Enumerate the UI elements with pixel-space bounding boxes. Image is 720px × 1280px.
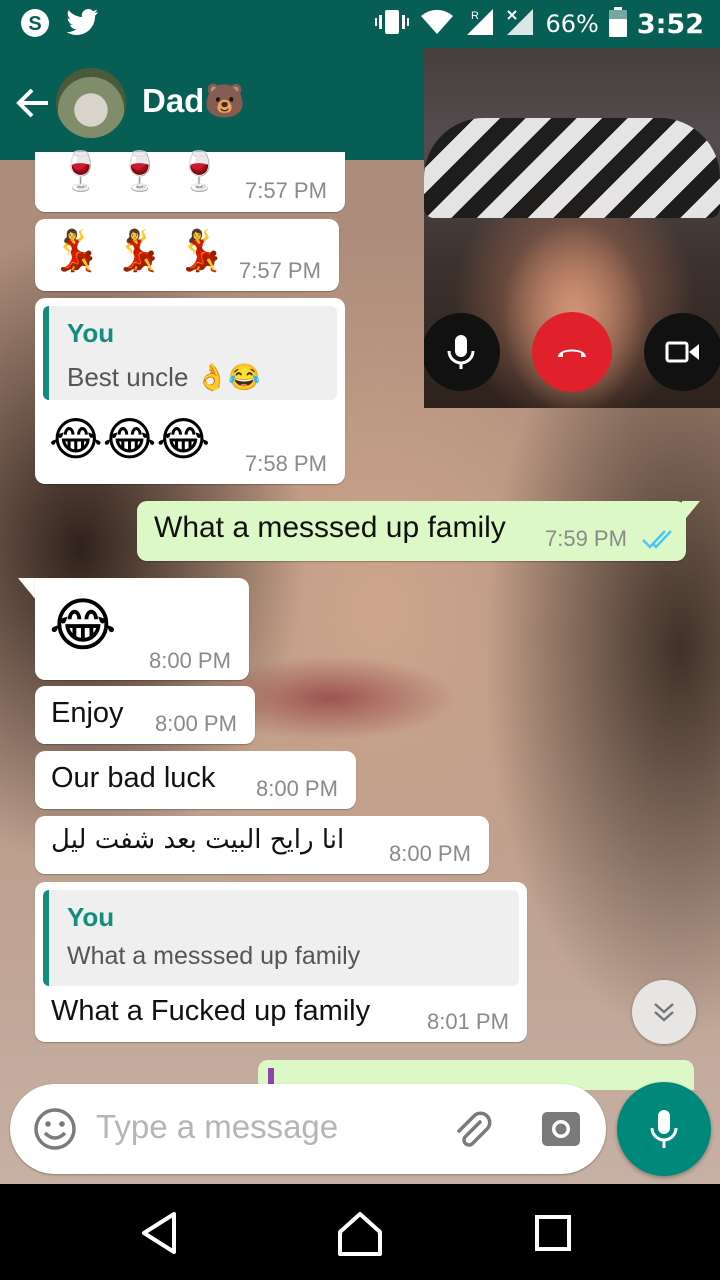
- double-check-icon: [642, 530, 672, 549]
- nav-recents-button[interactable]: [528, 1208, 578, 1258]
- clock: 3:52: [636, 8, 704, 40]
- home-icon: [338, 1212, 382, 1256]
- video-feed: [424, 118, 720, 218]
- quote-author: You: [67, 902, 115, 932]
- chevron-double-down-icon: [654, 1003, 674, 1022]
- message-input[interactable]: Type a message: [96, 1108, 338, 1146]
- triangle-back-icon: [142, 1212, 176, 1254]
- quote-text: Best uncle 👌😂: [67, 362, 261, 392]
- status-bar: S R 66% 3:52: [0, 0, 720, 48]
- message-time: 8:00 PM: [155, 711, 237, 736]
- message-bubble-outgoing[interactable]: What a messsed up family 7:59 PM: [137, 501, 686, 561]
- smiley-icon: [34, 1108, 76, 1150]
- twitter-icon: [66, 6, 100, 40]
- attach-button[interactable]: [450, 1108, 494, 1152]
- battery-percent: 66%: [545, 10, 599, 38]
- hang-up-icon: [558, 349, 586, 357]
- message-bubble[interactable]: Our bad luck 8:00 PM: [35, 751, 356, 809]
- quoted-message[interactable]: You Best uncle 👌😂: [43, 306, 337, 400]
- contact-avatar[interactable]: [56, 68, 126, 138]
- back-button[interactable]: [12, 82, 54, 124]
- message-bubble[interactable]: Enjoy 8:00 PM: [35, 686, 255, 744]
- square-recents-icon: [535, 1215, 571, 1251]
- nav-back-button[interactable]: [134, 1208, 184, 1258]
- message-time: 7:58 PM: [245, 451, 327, 476]
- message-time: 7:59 PM: [545, 526, 627, 551]
- message-bubble[interactable]: 😂 8:00 PM: [35, 578, 249, 680]
- message-bubble[interactable]: انا رايح البيت بعد شفت ليل 8:00 PM: [35, 816, 489, 874]
- quote-author: You: [67, 318, 115, 348]
- nav-home-button[interactable]: [335, 1208, 385, 1258]
- mute-button[interactable]: [424, 313, 500, 391]
- quote-text: What a messsed up family: [67, 942, 361, 970]
- signal-icon: [505, 7, 535, 41]
- arrow-left-icon: [16, 88, 48, 118]
- message-bubble[interactable]: 🍷 🍷 🍷 7:57 PM: [35, 152, 345, 212]
- microphone-icon: [650, 1110, 678, 1148]
- message-bubble[interactable]: You What a messsed up family What a Fuck…: [35, 882, 527, 1042]
- message-time: 8:01 PM: [427, 1009, 509, 1034]
- svg-text:R: R: [471, 10, 479, 22]
- vibrate-icon: [375, 8, 410, 40]
- voice-message-button[interactable]: [617, 1082, 711, 1176]
- wifi-icon: [419, 8, 455, 40]
- message-time: 8:00 PM: [149, 648, 231, 673]
- message-emoji: 💃 💃 💃: [51, 228, 226, 274]
- message-time: 8:00 PM: [256, 776, 338, 801]
- message-emoji: 😂😂😂: [49, 412, 211, 466]
- scroll-to-bottom-button[interactable]: [632, 980, 696, 1044]
- battery-icon: [608, 7, 627, 41]
- paperclip-icon: [457, 1111, 492, 1147]
- message-text: What a messsed up family: [154, 511, 506, 544]
- camera-icon: [542, 1112, 580, 1146]
- message-bubble[interactable]: 💃 💃 💃 7:57 PM: [35, 219, 339, 291]
- quoted-message[interactable]: You What a messsed up family: [43, 890, 519, 986]
- message-time: 7:57 PM: [239, 258, 321, 283]
- message-text: Enjoy: [51, 697, 124, 729]
- message-time: 7:57 PM: [245, 178, 327, 203]
- message-emoji: 🍷 🍷 🍷: [57, 149, 224, 193]
- message-text: What a Fucked up family: [51, 995, 371, 1027]
- toggle-video-button[interactable]: [644, 313, 720, 391]
- emoji-button[interactable]: [32, 1106, 78, 1152]
- svg-text:S: S: [28, 13, 41, 35]
- signal-icon: R: [465, 7, 495, 41]
- microphone-icon: [447, 335, 475, 369]
- message-time: 8:00 PM: [389, 841, 471, 866]
- system-navigation-bar: [0, 1184, 720, 1280]
- contact-name[interactable]: Dad🐻: [142, 82, 245, 121]
- video-call-preview[interactable]: [424, 48, 720, 408]
- skype-icon: S: [18, 6, 52, 40]
- message-emoji: 😂: [49, 591, 117, 659]
- end-call-button[interactable]: [532, 312, 612, 392]
- message-bubble[interactable]: You Best uncle 👌😂 😂😂😂 7:58 PM: [35, 298, 345, 484]
- message-text: Our bad luck: [51, 762, 216, 794]
- message-text: انا رايح البيت بعد شفت ليل: [51, 825, 345, 855]
- camera-button[interactable]: [540, 1108, 582, 1150]
- bubble-tail: [682, 501, 700, 523]
- video-camera-icon: [665, 341, 699, 363]
- message-composer[interactable]: Type a message: [10, 1084, 606, 1174]
- bubble-tail: [18, 578, 36, 600]
